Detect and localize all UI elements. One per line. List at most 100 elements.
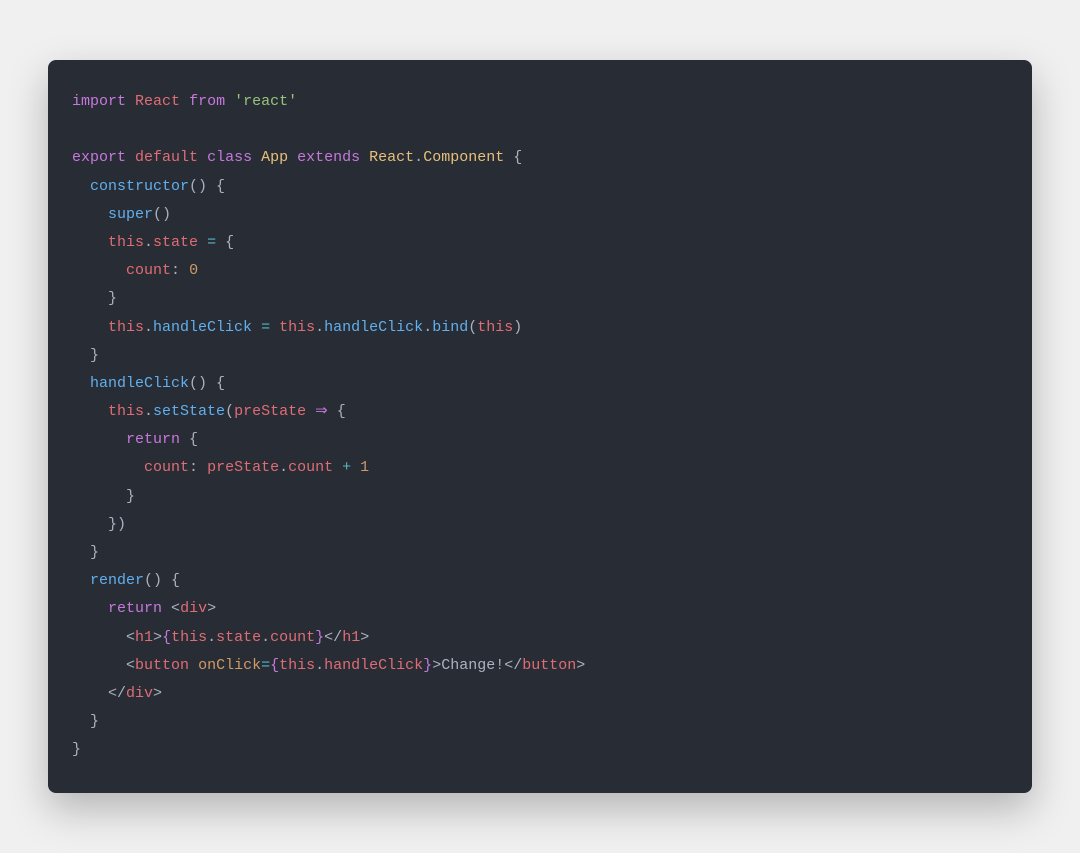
code-token <box>252 149 261 166</box>
code-token: { <box>328 403 346 420</box>
code-token <box>72 206 108 223</box>
code-token: render <box>90 572 144 589</box>
code-token: return <box>126 431 180 448</box>
code-token: . <box>315 657 324 674</box>
code-token: < <box>126 657 135 674</box>
code-token <box>72 685 108 702</box>
code-token <box>72 319 108 336</box>
code-line: } <box>72 483 1008 511</box>
code-token <box>180 262 189 279</box>
code-token: Change! <box>441 657 504 674</box>
code-line <box>72 116 1008 144</box>
code-token: </ <box>108 685 126 702</box>
code-token: + <box>342 459 351 476</box>
code-token: . <box>144 403 153 420</box>
code-token <box>252 319 261 336</box>
code-token: constructor <box>90 178 189 195</box>
code-token: import <box>72 93 126 110</box>
code-token: this <box>477 319 513 336</box>
code-token: { <box>504 149 522 166</box>
code-token: bind <box>432 319 468 336</box>
code-token: = <box>261 319 270 336</box>
code-token: = <box>207 234 216 251</box>
code-token: preState <box>207 459 279 476</box>
code-token <box>72 403 108 420</box>
code-token: ⇒ <box>315 403 328 420</box>
code-token: this <box>279 657 315 674</box>
code-token: < <box>126 629 135 646</box>
code-token: export <box>72 149 126 166</box>
code-token: } <box>423 657 432 674</box>
code-token: } <box>72 713 99 730</box>
code-token: . <box>144 234 153 251</box>
code-token: this <box>108 403 144 420</box>
code-line: } <box>72 285 1008 313</box>
code-token: React <box>369 149 414 166</box>
code-token <box>126 93 135 110</box>
code-token <box>270 319 279 336</box>
code-token <box>72 431 126 448</box>
code-token: 0 <box>189 262 198 279</box>
code-token: () { <box>144 572 180 589</box>
code-token: : <box>171 262 180 279</box>
code-token: . <box>315 319 324 336</box>
code-line: } <box>72 708 1008 736</box>
code-token: = <box>261 657 270 674</box>
code-token: handleClick <box>90 375 189 392</box>
code-token: . <box>261 629 270 646</box>
code-token: . <box>423 319 432 336</box>
code-token <box>333 459 342 476</box>
code-token: state <box>216 629 261 646</box>
code-token: super <box>108 206 153 223</box>
code-line: this.handleClick = this.handleClick.bind… <box>72 314 1008 342</box>
code-line: </div> <box>72 680 1008 708</box>
code-line: <button onClick={this.handleClick}>Chang… <box>72 652 1008 680</box>
code-line: constructor() { <box>72 173 1008 201</box>
code-token: { <box>162 629 171 646</box>
code-token: count <box>126 262 171 279</box>
code-block: import React from 'react' export default… <box>48 60 1032 793</box>
code-line: super() <box>72 201 1008 229</box>
code-token: count <box>144 459 189 476</box>
code-line: import React from 'react' <box>72 88 1008 116</box>
code-token: return <box>108 600 162 617</box>
code-token <box>72 234 108 251</box>
code-token: . <box>414 149 423 166</box>
code-token: < <box>171 600 180 617</box>
code-token: this <box>108 319 144 336</box>
code-token: from <box>189 93 225 110</box>
code-line: } <box>72 736 1008 764</box>
code-token <box>306 403 315 420</box>
code-token: } <box>72 741 81 758</box>
code-line: this.setState(preState ⇒ { <box>72 398 1008 426</box>
code-line: }) <box>72 511 1008 539</box>
code-token <box>162 600 171 617</box>
code-token: setState <box>153 403 225 420</box>
code-token: } <box>315 629 324 646</box>
code-token: handleClick <box>324 657 423 674</box>
code-line: } <box>72 539 1008 567</box>
code-token: </ <box>324 629 342 646</box>
code-line: count: 0 <box>72 257 1008 285</box>
code-line: this.state = { <box>72 229 1008 257</box>
code-token: { <box>270 657 279 674</box>
code-token: ( <box>225 403 234 420</box>
code-token: > <box>207 600 216 617</box>
code-line: export default class App extends React.C… <box>72 144 1008 172</box>
code-token: 'react' <box>234 93 297 110</box>
code-token <box>180 93 189 110</box>
code-token: > <box>576 657 585 674</box>
code-token: { <box>216 234 234 251</box>
code-token <box>360 149 369 166</box>
code-token: handleClick <box>153 319 252 336</box>
code-token: } <box>72 488 135 505</box>
code-token <box>72 572 90 589</box>
code-token <box>72 459 144 476</box>
code-token: { <box>180 431 198 448</box>
code-token: handleClick <box>324 319 423 336</box>
code-token: > <box>432 657 441 674</box>
code-line: <h1>{this.state.count}</h1> <box>72 624 1008 652</box>
code-token: } <box>72 347 99 364</box>
code-token: count <box>270 629 315 646</box>
code-token: . <box>144 319 153 336</box>
